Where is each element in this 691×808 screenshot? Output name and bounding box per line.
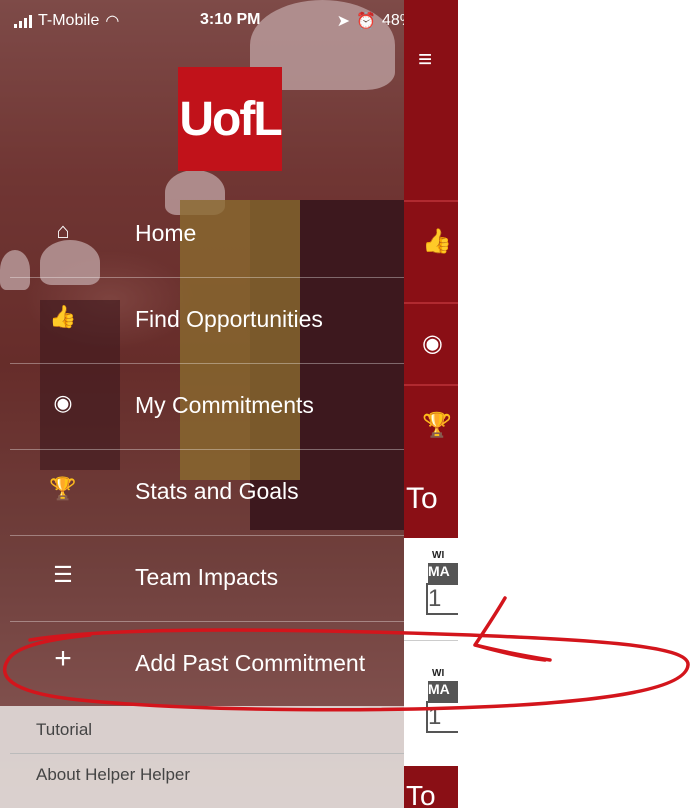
divider xyxy=(404,640,458,641)
menu-item-label: Team Impacts xyxy=(135,564,279,590)
alarm-icon: ⏰ xyxy=(356,13,376,30)
clock: 3:10 PM xyxy=(200,11,261,28)
event-day: 1 xyxy=(426,701,458,733)
logo-text: UofL xyxy=(179,92,282,146)
menu-item-my-commitments[interactable]: ◉ My Commitments xyxy=(0,364,404,449)
about-link[interactable]: About Helper Helper xyxy=(36,765,190,785)
background-tab: ◉ xyxy=(404,302,458,384)
divider xyxy=(10,753,404,754)
thumbs-up-icon: 👍 xyxy=(49,304,77,329)
location-arrow-icon: ➤ xyxy=(336,13,351,30)
event-day: 1 xyxy=(426,583,458,615)
event-card[interactable]: WI MA 1 xyxy=(404,668,458,740)
carrier-name: T-Mobile xyxy=(38,12,100,29)
today-label: To xyxy=(406,482,438,515)
signal-icon xyxy=(14,14,32,28)
phone-screen: T-Mobile ◠ 3:10 PM ➤ ⏰ 48% UofL ⌂ Home 👍… xyxy=(0,0,458,808)
menu-item-home[interactable]: ⌂ Home xyxy=(0,192,404,277)
trophy-icon: 🏆 xyxy=(422,412,452,439)
menu-item-find-opportunities[interactable]: 👍 Find Opportunities xyxy=(0,278,404,363)
home-icon: ⌂ xyxy=(56,218,70,243)
bottom-label: To xyxy=(406,780,436,808)
background-tab: 🏆 xyxy=(404,384,458,466)
wifi-icon: ◠ xyxy=(105,13,120,30)
status-bar: T-Mobile ◠ 3:10 PM ➤ ⏰ 48% xyxy=(0,0,458,40)
hamburger-menu-icon[interactable]: ≡ xyxy=(418,46,432,74)
background-tab: 👍 xyxy=(404,200,458,282)
background-nav: ≡ 👍 ◉ 🏆 xyxy=(404,0,458,460)
menu-item-label: Find Opportunities xyxy=(135,306,323,332)
menu-item-stats-and-goals[interactable]: 🏆 Stats and Goals xyxy=(0,450,404,535)
event-month: MA xyxy=(428,681,458,701)
menu-item-label: Stats and Goals xyxy=(135,478,299,504)
secondary-menu: Tutorial About Helper Helper xyxy=(0,706,404,808)
menu-item-add-past-commitment[interactable]: + Add Past Commitment xyxy=(0,622,404,707)
menu-item-label: Home xyxy=(135,220,197,246)
background-screen: ≡ 👍 ◉ 🏆 To WI MA 1 WI MA 1 To xyxy=(404,0,458,808)
tutorial-link[interactable]: Tutorial xyxy=(36,720,92,740)
plus-icon: + xyxy=(54,642,72,675)
list-icon: ☰ xyxy=(53,562,73,587)
event-month: MA xyxy=(428,563,458,583)
annotation-arrow xyxy=(473,596,552,662)
event-weekday: WI xyxy=(432,550,445,561)
event-card[interactable]: WI MA 1 xyxy=(404,550,458,622)
location-pin-icon: ◉ xyxy=(422,330,443,357)
event-weekday: WI xyxy=(432,668,445,679)
menu-item-label: My Commitments xyxy=(135,392,314,418)
thumbs-up-icon: 👍 xyxy=(422,228,452,255)
today-header: To xyxy=(404,460,458,538)
trophy-icon: 🏆 xyxy=(49,476,77,501)
menu-item-team-impacts[interactable]: ☰ Team Impacts xyxy=(0,536,404,621)
location-pin-icon: ◉ xyxy=(53,390,73,415)
app-logo: UofL xyxy=(178,67,283,171)
menu-item-label: Add Past Commitment xyxy=(135,650,366,676)
bottom-header: To xyxy=(404,766,458,808)
